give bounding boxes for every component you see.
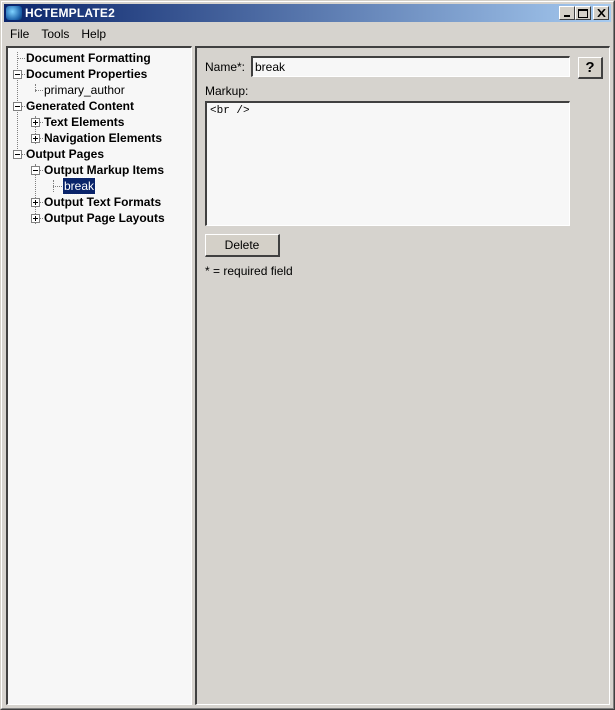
tree-node-break[interactable]: break [8,177,191,195]
tree-node-navigation-elements[interactable]: Navigation Elements [8,130,191,146]
minimize-button[interactable] [559,6,575,20]
collapse-icon[interactable] [13,150,22,159]
tree-panel: Document Formatting Document Properties … [6,46,192,705]
close-icon [596,9,606,17]
collapse-icon[interactable] [13,102,22,111]
menu-tools[interactable]: Tools [35,27,75,41]
name-input[interactable] [251,56,570,77]
help-icon: ? [585,59,595,76]
required-field-note: * = required field [205,264,293,278]
menu-help[interactable]: Help [75,27,112,41]
expand-icon[interactable] [31,198,40,207]
tree-node-text-elements[interactable]: Text Elements [8,114,191,130]
tree-node-output-markup-items[interactable]: Output Markup Items [8,162,191,178]
tree-view: Document Formatting Document Properties … [8,48,191,226]
tree-node-output-pages[interactable]: Output Pages [8,146,191,162]
tree-node-document-formatting[interactable]: Document Formatting [8,50,191,66]
tree-node-document-properties[interactable]: Document Properties [8,66,191,82]
detail-panel: Name*: ? Markup: <br /> Delete * = requi… [195,46,610,705]
tree-node-output-text-formats[interactable]: Output Text Formats [8,194,191,210]
markup-textarea[interactable]: <br /> [205,101,570,226]
selected-tree-item: break [61,177,97,195]
menu-file[interactable]: File [4,27,35,41]
menu-bar: File Tools Help [4,24,611,43]
title-bar[interactable]: HCTEMPLATE2 [4,4,611,22]
expand-icon[interactable] [31,134,40,143]
app-window: HCTEMPLATE2 File Tools Help Document For… [0,0,615,710]
expand-icon[interactable] [31,214,40,223]
help-button[interactable]: ? [578,57,603,79]
window-title: HCTEMPLATE2 [25,6,115,20]
collapse-icon[interactable] [31,166,40,175]
tree-node-primary-author[interactable]: primary_author [8,82,191,98]
tree-node-output-page-layouts[interactable]: Output Page Layouts [8,210,191,226]
close-button[interactable] [593,6,609,20]
minimize-icon [564,15,570,17]
name-label: Name*: [205,60,246,74]
expand-icon[interactable] [31,118,40,127]
maximize-icon [578,8,588,18]
globe-app-icon [6,6,22,20]
delete-button[interactable]: Delete [205,234,280,257]
tree-node-generated-content[interactable]: Generated Content [8,98,191,114]
markup-label: Markup: [205,84,249,98]
collapse-icon[interactable] [13,70,22,79]
maximize-button[interactable] [575,6,591,20]
